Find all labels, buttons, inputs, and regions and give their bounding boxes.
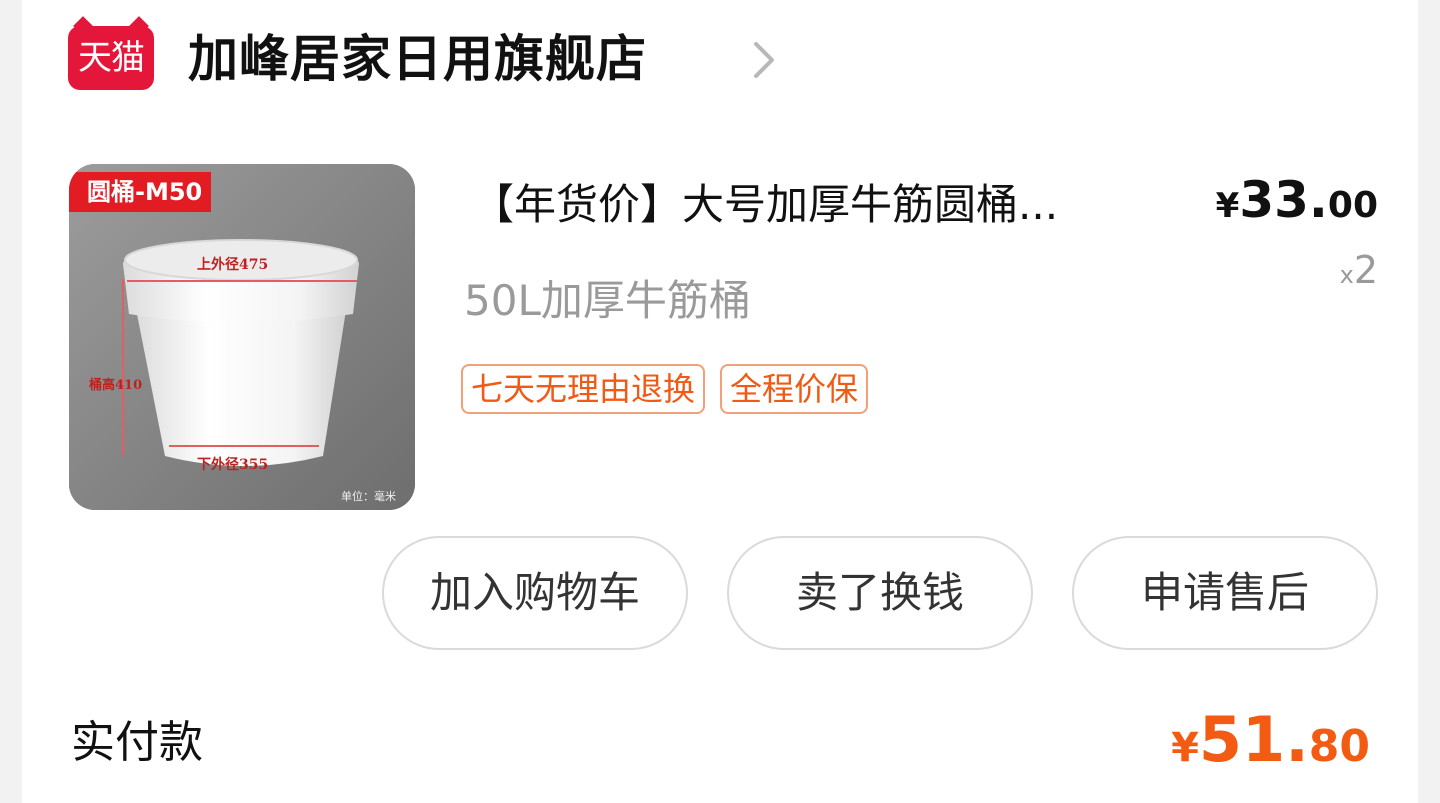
quantity-prefix: x	[1339, 261, 1354, 289]
total-currency: ¥	[1171, 725, 1199, 771]
add-to-cart-button[interactable]: 加入购物车	[382, 536, 688, 650]
after-sale-button[interactable]: 申请售后	[1072, 536, 1378, 650]
total-dec: 80	[1308, 721, 1370, 772]
image-label-unit: 单位：毫米	[341, 490, 396, 503]
tmall-logo-text: 天猫	[78, 38, 145, 78]
unit-price-currency: ¥	[1215, 186, 1240, 226]
quantity: x2	[1340, 240, 1378, 308]
total-paid-label: 实付款	[71, 717, 203, 768]
tag-price-protection: 全程价保	[720, 364, 869, 414]
quantity-value: 2	[1353, 248, 1378, 292]
tag-seven-day-return: 七天无理由退换	[461, 364, 706, 414]
tmall-logo-icon: 天猫	[68, 16, 154, 90]
product-spec: 50L加厚牛筋桶	[464, 276, 751, 325]
total-paid-amount: ¥51.80	[1171, 700, 1370, 796]
total-int: 51.	[1198, 703, 1309, 776]
resell-button[interactable]: 卖了换钱	[727, 536, 1033, 650]
product-image-tag: 圆桶-M50	[69, 172, 211, 212]
unit-price: ¥33.00	[1216, 165, 1378, 247]
chevron-right-icon[interactable]	[748, 40, 780, 80]
unit-price-dec: 00	[1327, 185, 1378, 226]
image-label-side: 桶高410	[89, 378, 143, 393]
service-tags: 七天无理由退换 全程价保	[461, 364, 869, 414]
product-title[interactable]: 【年货价】大号加厚牛筋圆桶...	[472, 170, 1172, 240]
product-image[interactable]: 圆桶-M50 上外径475 桶高410 下外径355 单位：毫米	[69, 164, 415, 510]
shop-name-link[interactable]: 加峰居家日用旗舰店	[188, 24, 647, 94]
unit-price-int: 33.	[1239, 171, 1328, 229]
image-label-top: 上外径475	[197, 257, 269, 273]
image-label-bottom: 下外径355	[197, 457, 269, 473]
